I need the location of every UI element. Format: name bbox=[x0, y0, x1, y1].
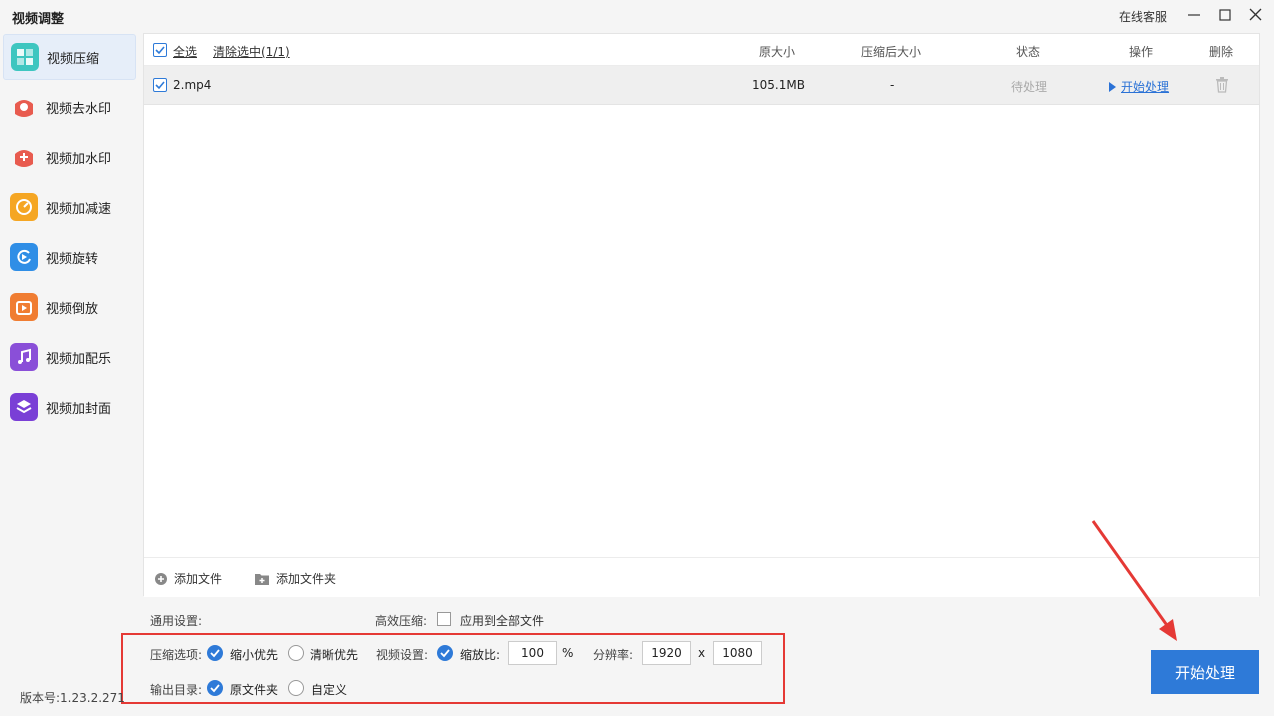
remove-watermark-icon bbox=[10, 93, 38, 121]
version-label: 版本号:1.23.2.271 bbox=[20, 691, 125, 705]
resolution-width-input[interactable] bbox=[642, 641, 691, 665]
resolution-height-input[interactable] bbox=[713, 641, 762, 665]
app-title: 视频调整 bbox=[12, 12, 65, 27]
video-settings-label: 视频设置: bbox=[376, 648, 429, 662]
sidebar-item-label: 视频压缩 bbox=[47, 51, 100, 67]
add-folder-button[interactable]: 添加文件夹 bbox=[254, 570, 336, 587]
sidebar-item-label: 视频倒放 bbox=[46, 301, 99, 317]
compress-icon bbox=[11, 43, 39, 71]
minimize-icon[interactable] bbox=[1182, 4, 1206, 26]
file-list-panel: 全选 清除选中(1/1) 原大小 压缩后大小 状态 操作 删除 2.mp4 10… bbox=[143, 33, 1260, 597]
sidebar-item-label: 视频去水印 bbox=[46, 101, 112, 117]
col-delete: 删除 bbox=[1209, 45, 1234, 59]
radio-clear-priority[interactable] bbox=[288, 645, 304, 661]
sidebar: 视频压缩 视频去水印 视频加水印 视频加减速 视频旋转 视频倒放 视频加配乐 视… bbox=[0, 32, 140, 682]
reverse-icon bbox=[10, 293, 38, 321]
clear-selection-link[interactable]: 清除选中(1/1) bbox=[213, 43, 290, 60]
start-process-link[interactable]: 开始处理 bbox=[1121, 80, 1169, 94]
output-custom-label: 自定义 bbox=[311, 683, 348, 697]
col-action: 操作 bbox=[1129, 45, 1154, 59]
row-checkbox[interactable] bbox=[153, 78, 167, 92]
trash-icon[interactable] bbox=[1215, 77, 1229, 96]
option-clear-label: 清晰优先 bbox=[310, 648, 359, 662]
add-folder-icon bbox=[255, 573, 269, 585]
play-icon bbox=[1109, 82, 1116, 92]
col-original-size: 原大小 bbox=[759, 45, 796, 59]
option-small-label: 缩小优先 bbox=[230, 648, 279, 662]
table-row[interactable]: 2.mp4 105.1MB - 待处理 开始处理 bbox=[144, 66, 1259, 105]
file-name: 2.mp4 bbox=[173, 78, 212, 92]
close-icon[interactable] bbox=[1244, 4, 1268, 26]
maximize-icon[interactable] bbox=[1213, 4, 1237, 26]
select-all-checkbox[interactable] bbox=[153, 43, 167, 57]
speed-icon bbox=[10, 193, 38, 221]
output-original-label: 原文件夹 bbox=[230, 683, 279, 697]
sidebar-item-remove-watermark[interactable]: 视频去水印 bbox=[3, 84, 136, 130]
scale-label: 缩放比: bbox=[460, 648, 501, 662]
radio-original-folder[interactable] bbox=[207, 680, 223, 696]
cover-icon bbox=[10, 393, 38, 421]
online-support-link[interactable]: 在线客服 bbox=[1119, 8, 1167, 25]
table-header: 全选 清除选中(1/1) 原大小 压缩后大小 状态 操作 删除 bbox=[144, 34, 1259, 66]
rotate-icon bbox=[10, 243, 38, 271]
compressed-size: - bbox=[890, 78, 895, 92]
scale-input[interactable] bbox=[508, 641, 557, 665]
status-text: 待处理 bbox=[1011, 80, 1048, 94]
efficient-compress-label: 高效压缩: bbox=[375, 614, 428, 628]
col-compressed-size: 压缩后大小 bbox=[861, 45, 922, 59]
sidebar-item-music[interactable]: 视频加配乐 bbox=[3, 334, 136, 380]
sidebar-item-cover[interactable]: 视频加封面 bbox=[3, 384, 136, 430]
title-bar: 视频调整 在线客服 bbox=[0, 0, 1274, 32]
compress-option-label: 压缩选项: bbox=[150, 648, 203, 662]
scale-checkbox[interactable] bbox=[437, 645, 453, 661]
start-process-button[interactable]: 开始处理 bbox=[1151, 650, 1259, 694]
sidebar-item-speed[interactable]: 视频加减速 bbox=[3, 184, 136, 230]
sidebar-item-compress[interactable]: 视频压缩 bbox=[3, 34, 136, 80]
music-icon bbox=[10, 343, 38, 371]
add-file-button[interactable]: 添加文件 bbox=[154, 570, 222, 587]
sidebar-item-rotate[interactable]: 视频旋转 bbox=[3, 234, 136, 280]
add-file-label: 添加文件 bbox=[174, 572, 223, 586]
select-all-link[interactable]: 全选 bbox=[173, 43, 197, 60]
row-start-action[interactable]: 开始处理 bbox=[1108, 78, 1169, 95]
sidebar-item-add-watermark[interactable]: 视频加水印 bbox=[3, 134, 136, 180]
sidebar-item-label: 视频旋转 bbox=[46, 251, 99, 267]
original-size: 105.1MB bbox=[752, 78, 805, 92]
resolution-separator: x bbox=[698, 646, 706, 660]
add-folder-label: 添加文件夹 bbox=[276, 572, 337, 586]
radio-custom-folder[interactable] bbox=[288, 680, 304, 696]
output-dir-label: 输出目录: bbox=[150, 683, 203, 697]
file-actions-bar: 添加文件 添加文件夹 bbox=[144, 557, 1259, 597]
resolution-label: 分辨率: bbox=[593, 648, 634, 662]
apply-all-label: 应用到全部文件 bbox=[460, 614, 545, 628]
sidebar-item-label: 视频加减速 bbox=[46, 201, 112, 217]
percent-sign: % bbox=[562, 646, 574, 660]
sidebar-item-label: 视频加水印 bbox=[46, 151, 112, 167]
add-circle-icon bbox=[155, 572, 167, 585]
sidebar-item-reverse[interactable]: 视频倒放 bbox=[3, 284, 136, 330]
radio-small-priority[interactable] bbox=[207, 645, 223, 661]
add-watermark-icon bbox=[10, 143, 38, 171]
sidebar-item-label: 视频加配乐 bbox=[46, 351, 112, 367]
apply-all-checkbox[interactable] bbox=[437, 612, 451, 626]
sidebar-item-label: 视频加封面 bbox=[46, 401, 112, 417]
general-settings-label: 通用设置: bbox=[150, 614, 203, 628]
col-status: 状态 bbox=[1016, 45, 1041, 59]
